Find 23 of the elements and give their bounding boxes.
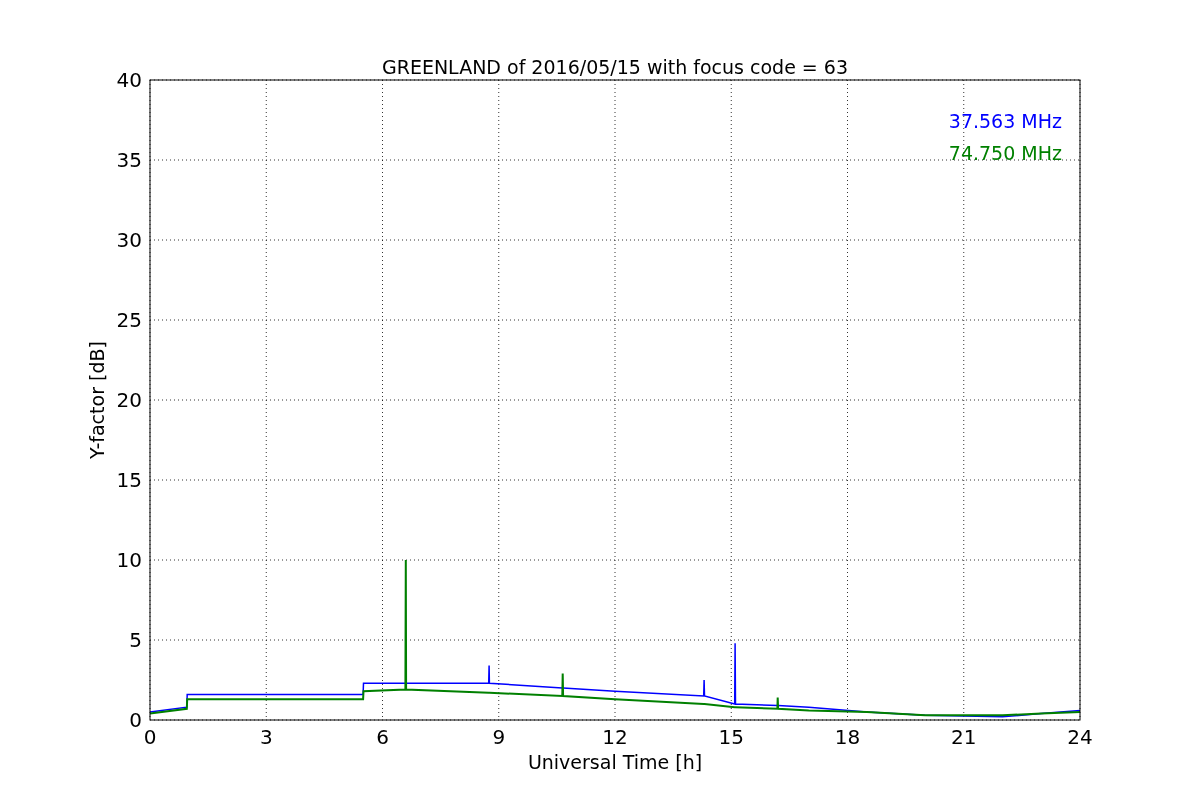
y-tick-label: 5 (129, 628, 142, 652)
chart-title: GREENLAND of 2016/05/15 with focus code = 63 (382, 56, 848, 78)
y-tick-label: 25 (116, 308, 142, 332)
x-axis-label: Universal Time [h] (527, 751, 703, 773)
y-tick-label: 40 (116, 68, 142, 92)
y-axis-label: Y-factor [dB] (86, 341, 108, 459)
x-tick-label: 18 (834, 725, 861, 749)
x-tick-label: 6 (376, 725, 389, 749)
legend-label: 74.750 MHz (948, 142, 1062, 164)
y-tick-label: 10 (116, 548, 142, 572)
y-tick-label: 0 (129, 708, 142, 732)
y-tick-label: 20 (116, 388, 142, 412)
legend-label: 37.563 MHz (948, 110, 1062, 132)
x-tick-label: 12 (602, 725, 628, 749)
y-tick-label: 15 (116, 468, 142, 492)
x-tick-label: 3 (259, 725, 273, 749)
y-tick-label: 35 (116, 148, 142, 172)
x-tick-label: 9 (492, 725, 506, 749)
x-tick-label: 0 (143, 725, 157, 749)
x-tick-label: 24 (1067, 725, 1093, 749)
x-tick-label: 15 (718, 725, 744, 749)
x-tick-label: 21 (951, 725, 977, 749)
y-tick-label: 30 (116, 228, 142, 252)
